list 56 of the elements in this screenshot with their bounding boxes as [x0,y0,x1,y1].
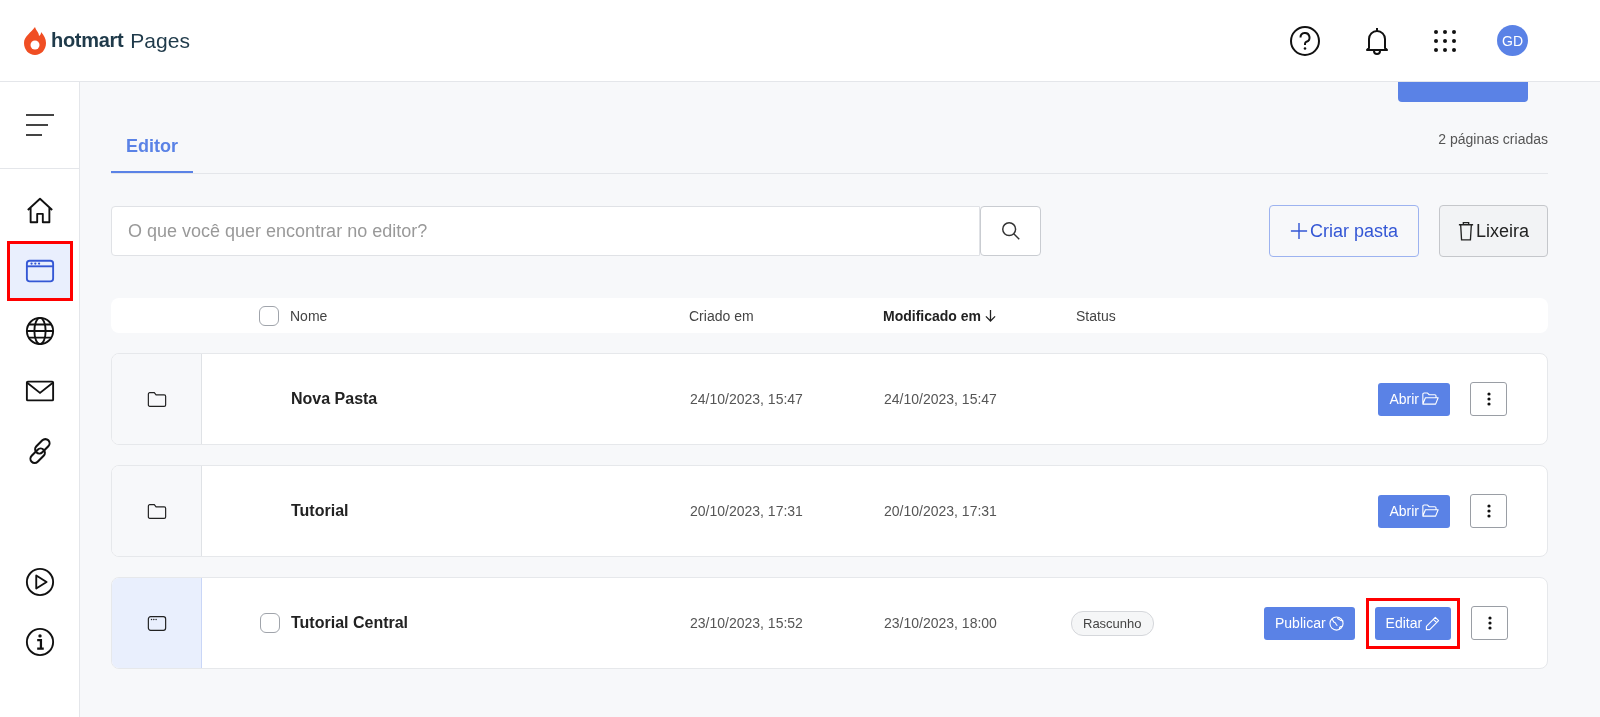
more-options-button[interactable] [1471,606,1509,640]
row-name: Nova Pasta [291,390,379,408]
table-row[interactable]: Tutorial Central 23/10/2023, 15:52 23/10/2023, 18:00 Rascunho Publicar Editar [111,577,1548,669]
brand-name: hotmart [51,29,124,52]
trash-icon [1457,221,1474,241]
pencil-icon [1425,615,1441,631]
flame-logo-icon [23,25,47,56]
more-options-button[interactable] [1470,382,1507,416]
open-folder-icon [1422,392,1439,406]
plus-icon [1289,222,1308,240]
home-icon [24,196,55,226]
row-name: Tutorial [291,502,350,520]
vertical-dots-icon [1486,504,1491,518]
table-row[interactable]: Nova Pasta 24/10/2023, 15:47 24/10/2023, 15:47 Abrir [111,353,1548,445]
page-count: 2 páginas criadas [1438,131,1548,149]
product-name: Pages [130,28,190,53]
more-options-button[interactable] [1470,494,1507,528]
row-name: Tutorial Central [291,614,410,632]
browser-window-icon [146,614,167,632]
modified-date: 23/10/2023, 18:00 [884,615,998,631]
created-date: 23/10/2023, 15:52 [690,615,804,631]
column-header[interactable]: Modificado em [883,307,1076,324]
select-all-checkbox[interactable] [259,305,279,326]
created-date: 24/10/2023, 15:47 [690,391,804,407]
column-header[interactable]: Nome [290,307,689,324]
globe-icon [24,316,55,346]
search-icon [999,220,1022,242]
modified-date: 24/10/2023, 15:47 [884,391,998,407]
help-icon[interactable] [1289,24,1321,57]
vertical-dots-icon [1486,392,1491,406]
trash-button[interactable]: Lixeira [1438,205,1548,257]
sort-down-icon [985,309,996,322]
row-action-button[interactable]: Editar [1374,606,1452,640]
apps-grid-icon[interactable] [1433,28,1457,53]
folder-icon [146,390,167,408]
column-header[interactable]: Criado em [689,307,883,324]
row-action-button[interactable]: Publicar [1264,606,1355,640]
modified-date: 20/10/2023, 17:31 [884,503,998,519]
created-date: 20/10/2023, 17:31 [690,503,804,519]
vertical-dots-icon [1487,616,1492,630]
row-action-button[interactable]: Abrir [1378,382,1450,416]
column-header[interactable]: Status [1076,307,1548,324]
search-field[interactable]: O que você quer encontrar no editor? [111,206,980,256]
info-icon[interactable] [24,627,55,657]
search-button[interactable] [980,206,1041,256]
create-folder-button[interactable]: Criar pasta [1268,205,1419,257]
user-avatar[interactable]: GD [1497,25,1528,56]
folder-icon [146,502,167,520]
status-badge: Rascunho [1071,610,1154,636]
table-row[interactable]: Tutorial 20/10/2023, 17:31 20/10/2023, 17:31 Abrir [111,465,1548,557]
menu-icon[interactable] [24,113,55,137]
open-folder-icon [1422,504,1439,518]
row-checkbox[interactable] [260,613,280,633]
globe-icon [1328,615,1344,631]
row-action-button[interactable]: Abrir [1378,494,1450,528]
play-icon[interactable] [24,567,55,597]
